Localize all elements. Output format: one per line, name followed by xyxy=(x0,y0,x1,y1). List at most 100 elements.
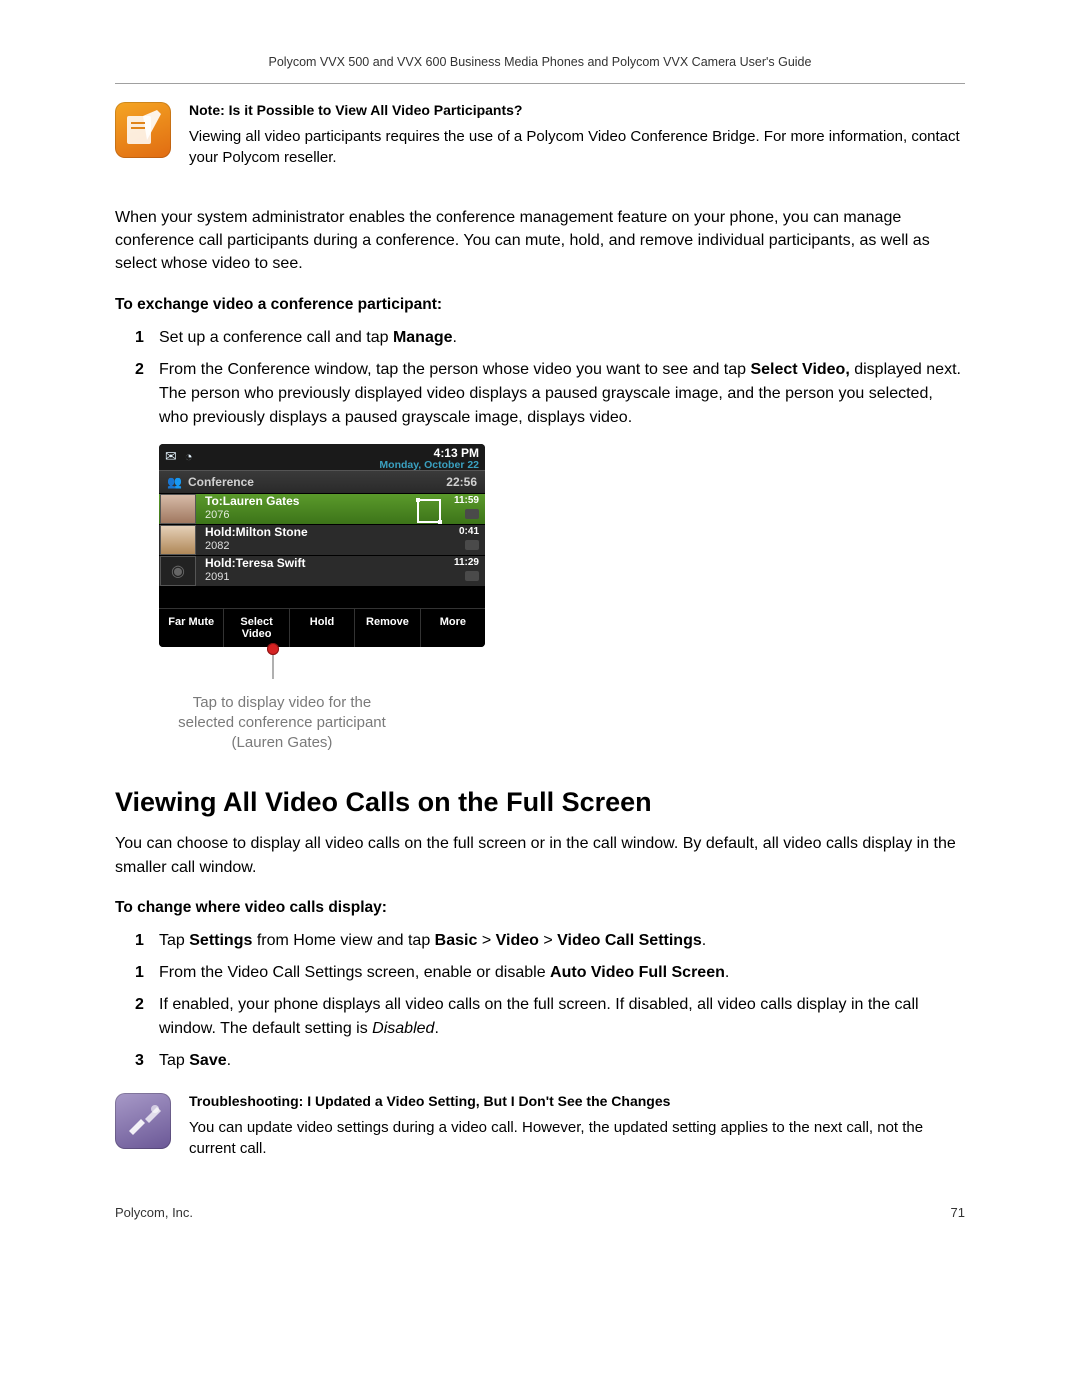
t: > xyxy=(477,932,495,949)
b: Basic xyxy=(435,932,478,949)
step-1b: 1 From the Video Call Settings screen, e… xyxy=(135,961,965,985)
softkey-more[interactable]: More xyxy=(421,609,485,647)
note-body: Viewing all video participants requires … xyxy=(189,126,965,168)
participant-ext: 2082 xyxy=(205,540,459,553)
note-title: Note: Is it Possible to View All Video P… xyxy=(189,102,965,118)
t: Tap xyxy=(159,1052,189,1069)
softkey-remove[interactable]: Remove xyxy=(355,609,420,647)
step-3: 3 Tap Save. xyxy=(135,1049,965,1073)
participant-row-hold[interactable]: ◉ Hold:Teresa Swift 2091 11:29 xyxy=(159,555,485,586)
caption-line: selected conference participant xyxy=(178,714,386,731)
t: If enabled, your phone displays all vide… xyxy=(159,996,919,1037)
exchange-heading: To exchange video a conference participa… xyxy=(115,296,965,314)
exchange-steps: 1 Set up a conference call and tap Manag… xyxy=(115,326,965,430)
status-icon xyxy=(465,509,479,519)
step-text: Set up a conference call and tap xyxy=(159,329,393,346)
step-text: From the Conference window, tap the pers… xyxy=(159,361,750,378)
screenshot-caption: Tap to display video for the selected co… xyxy=(117,693,447,754)
participant-row-hold[interactable]: Hold:Milton Stone 2082 0:41 xyxy=(159,524,485,555)
envelope-icon: ✉ xyxy=(165,448,177,465)
footer-page-number: 71 xyxy=(951,1205,965,1220)
step-number: 3 xyxy=(135,1049,144,1073)
avatar xyxy=(160,525,196,555)
b: Video xyxy=(496,932,539,949)
softkey-bar: Far Mute Select Video Hold Remove More xyxy=(159,608,485,647)
conference-header: 👥 Conference 22:56 xyxy=(159,470,485,493)
step-number: 1 xyxy=(135,929,144,953)
intro-paragraph: When your system administrator enables t… xyxy=(115,206,965,276)
step-number: 1 xyxy=(135,961,144,985)
header-rule xyxy=(115,83,965,84)
conference-duration: 22:56 xyxy=(446,475,477,489)
t: . xyxy=(725,964,729,981)
caption-line: Tap to display video for the xyxy=(193,694,371,711)
phone-screenshot: ✉ ◔ 4:13 PM Monday, October 22 👥 Confere… xyxy=(159,444,489,754)
call-duration: 0:41 xyxy=(459,526,479,538)
avatar: ◉ xyxy=(160,556,196,586)
troubleshooting-icon xyxy=(115,1093,171,1149)
t: . xyxy=(434,1020,438,1037)
page-footer: Polycom, Inc. 71 xyxy=(115,1205,965,1220)
caption-line: (Lauren Gates) xyxy=(232,734,333,751)
call-duration: 11:29 xyxy=(454,557,479,569)
step-2: 2 From the Conference window, tap the pe… xyxy=(135,358,965,430)
status-time: 4:13 PM xyxy=(379,446,479,460)
t: from Home view and tap xyxy=(252,932,434,949)
participant-ext: 2091 xyxy=(205,571,454,584)
t: > xyxy=(539,932,557,949)
t: Tap xyxy=(159,932,189,949)
page-header: Polycom VVX 500 and VVX 600 Business Med… xyxy=(115,55,965,69)
t: . xyxy=(227,1052,231,1069)
section-heading: Viewing All Video Calls on the Full Scre… xyxy=(115,787,965,818)
participant-name: Hold:Teresa Swift xyxy=(205,557,454,571)
avatar xyxy=(160,494,196,524)
troubleshooting-body: You can update video settings during a v… xyxy=(189,1117,965,1159)
call-duration: 11:59 xyxy=(454,495,479,507)
status-icon xyxy=(465,571,479,581)
i: Disabled xyxy=(372,1020,434,1037)
change-steps: 1 Tap Settings from Home view and tap Ba… xyxy=(115,929,965,1073)
step-post: . xyxy=(453,329,457,346)
participant-name: Hold:Milton Stone xyxy=(205,526,459,540)
footer-company: Polycom, Inc. xyxy=(115,1205,193,1220)
document-page: Polycom VVX 500 and VVX 600 Business Med… xyxy=(0,0,1080,1260)
note-callout: Note: Is it Possible to View All Video P… xyxy=(115,102,965,168)
troubleshooting-callout: Troubleshooting: I Updated a Video Setti… xyxy=(115,1093,965,1159)
change-heading: To change where video calls display: xyxy=(115,899,965,917)
t: From the Video Call Settings screen, ena… xyxy=(159,964,550,981)
b: Save xyxy=(189,1052,226,1069)
troubleshooting-content: Troubleshooting: I Updated a Video Setti… xyxy=(189,1093,965,1159)
status-icon xyxy=(465,540,479,550)
pin-icon xyxy=(267,643,279,655)
note-content: Note: Is it Possible to View All Video P… xyxy=(189,102,965,168)
step-1: 1 Set up a conference call and tap Manag… xyxy=(135,326,965,350)
step-2: 2 If enabled, your phone displays all vi… xyxy=(135,993,965,1041)
callout-pointer xyxy=(159,647,489,687)
step-bold: Manage xyxy=(393,329,453,346)
fullscreen-icon xyxy=(417,499,441,523)
pin-stem xyxy=(272,655,274,679)
note-icon xyxy=(115,102,171,158)
status-date: Monday, October 22 xyxy=(379,459,479,471)
b: Settings xyxy=(189,932,252,949)
phone-statusbar: ✉ ◔ 4:13 PM Monday, October 22 xyxy=(159,444,485,470)
troubleshooting-title: Troubleshooting: I Updated a Video Setti… xyxy=(189,1093,965,1109)
phone-gap xyxy=(159,586,485,608)
phone-ui: ✉ ◔ 4:13 PM Monday, October 22 👥 Confere… xyxy=(159,444,485,647)
step-number: 1 xyxy=(135,326,144,350)
step-bold: Select Video, xyxy=(750,361,849,378)
softkey-select-video[interactable]: Select Video xyxy=(224,609,289,647)
softkey-hold[interactable]: Hold xyxy=(290,609,355,647)
section-paragraph: You can choose to display all video call… xyxy=(115,832,965,878)
step-number: 2 xyxy=(135,358,144,382)
conference-label: Conference xyxy=(188,475,254,489)
softkey-far-mute[interactable]: Far Mute xyxy=(159,609,224,647)
participant-row-active[interactable]: To:Lauren Gates 2076 11:59 xyxy=(159,493,485,524)
people-icon: 👥 xyxy=(167,475,182,489)
t: . xyxy=(702,932,706,949)
b: Video Call Settings xyxy=(557,932,702,949)
step-1: 1 Tap Settings from Home view and tap Ba… xyxy=(135,929,965,953)
step-number: 2 xyxy=(135,993,144,1017)
clock-icon: ◔ xyxy=(185,449,193,464)
b: Auto Video Full Screen xyxy=(550,964,725,981)
